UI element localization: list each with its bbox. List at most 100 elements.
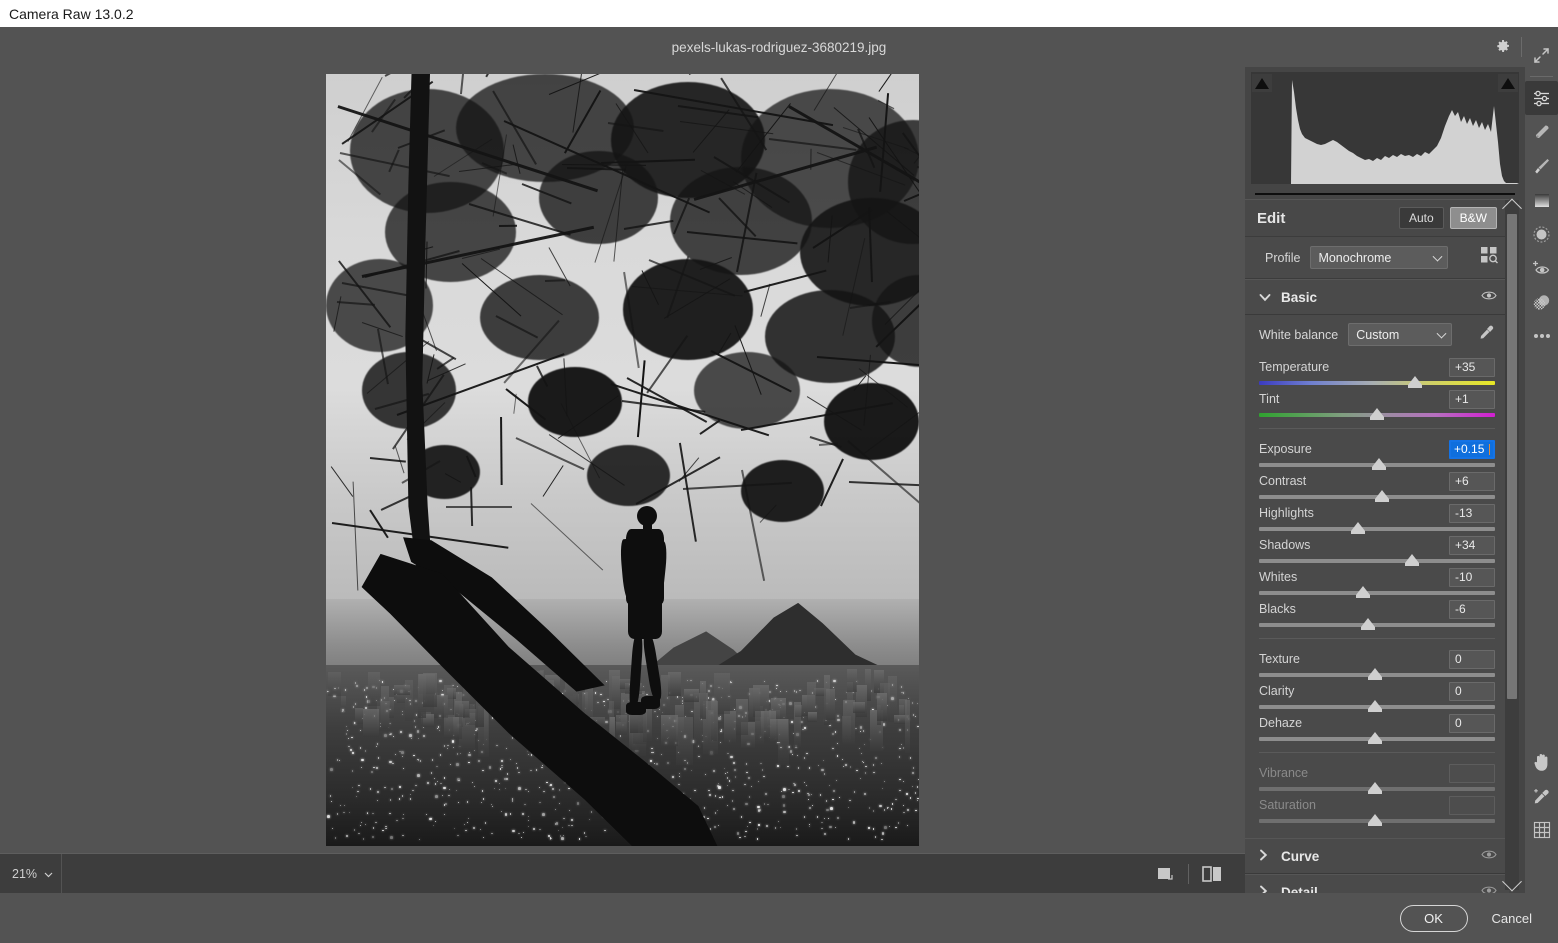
profile-dropdown[interactable]: Monochrome [1310,246,1448,269]
slider-value-field[interactable]: 0 [1449,682,1495,701]
basic-visibility-toggle[interactable] [1481,288,1497,306]
slider-track[interactable] [1259,559,1495,563]
slider-value-field[interactable]: -13 [1449,504,1495,523]
slider-knob[interactable] [1405,554,1419,563]
slider-value-field[interactable]: +6 [1449,472,1495,491]
slider-track[interactable] [1259,787,1495,791]
slider-knob[interactable] [1408,376,1422,385]
slider-saturation[interactable]: Saturation [1259,794,1495,823]
before-after-compare-button[interactable] [1193,854,1231,894]
section-header-curve[interactable]: Curve [1245,838,1509,874]
slider-value-field[interactable]: +35 [1449,358,1495,377]
tool-hand[interactable] [1525,745,1558,779]
slider-track[interactable] [1259,463,1495,467]
slider-value-field[interactable]: +0.15 [1449,440,1495,459]
histogram-plot[interactable] [1251,72,1519,184]
slider-value-field[interactable]: +1 [1449,390,1495,409]
photo-preview[interactable] [326,74,919,846]
zoom-level-value: 21% [12,867,37,881]
slider-knob[interactable] [1368,814,1382,823]
slider-knob[interactable] [1361,618,1375,627]
tool-expand-panel[interactable] [1525,38,1558,72]
slider-blacks[interactable]: Blacks-6 [1259,598,1495,627]
histogram-panel[interactable] [1245,67,1525,199]
tool-white-balance[interactable] [1525,779,1558,813]
slider-dehaze[interactable]: Dehaze0 [1259,712,1495,741]
scrollbar-thumb[interactable] [1507,214,1517,699]
slider-vibrance[interactable]: Vibrance [1259,762,1495,791]
zoom-level-control[interactable]: 21% [0,854,62,894]
slider-track[interactable] [1259,673,1495,677]
slider-highlights[interactable]: Highlights-13 [1259,502,1495,531]
slider-track[interactable] [1259,527,1495,531]
slider-track[interactable] [1259,413,1495,417]
slider-value-field[interactable]: -6 [1449,600,1495,619]
highlight-clipping-indicator[interactable] [1498,74,1518,92]
slider-value-field[interactable]: 0 [1449,650,1495,669]
slider-track[interactable] [1259,381,1495,385]
shadow-clipping-indicator[interactable] [1252,74,1272,92]
slider-value-field[interactable]: 0 [1449,714,1495,733]
tool-spot-healing[interactable] [1525,115,1558,149]
ok-button[interactable]: OK [1400,905,1468,932]
slider-exposure[interactable]: Exposure+0.15 [1259,438,1495,467]
cancel-button[interactable]: Cancel [1492,911,1532,926]
slider-value-field[interactable]: +34 [1449,536,1495,555]
slider-divider [1259,638,1495,639]
slider-knob[interactable] [1368,782,1382,791]
section-visibility-toggle[interactable] [1481,847,1497,865]
slider-track[interactable] [1259,737,1495,741]
slider-track[interactable] [1259,495,1495,499]
slider-knob[interactable] [1370,408,1384,417]
slider-knob[interactable] [1375,490,1389,499]
tool-edit-sliders[interactable] [1525,81,1558,115]
toggle-fullscreen-preview-button[interactable] [1146,854,1184,894]
edit-panel-scrollbar[interactable] [1505,200,1519,890]
slider-knob[interactable] [1368,700,1382,709]
image-canvas-area[interactable] [0,67,1245,853]
slider-value-field[interactable]: -10 [1449,568,1495,587]
profile-browser-grid-icon [1480,246,1499,264]
slider-track[interactable] [1259,705,1495,709]
slider-clarity[interactable]: Clarity0 [1259,680,1495,709]
slider-knob[interactable] [1372,458,1386,467]
scroll-down-button[interactable] [1505,876,1519,890]
white-balance-dropdown[interactable]: Custom [1348,323,1452,346]
slider-tint[interactable]: Tint+1 [1259,388,1495,417]
slider-whites[interactable]: Whites-10 [1259,566,1495,595]
tool-graduated-filter[interactable] [1525,183,1558,217]
slider-shadows[interactable]: Shadows+34 [1259,534,1495,563]
bw-button[interactable]: B&W [1450,207,1497,229]
profile-row: Profile Monochrome [1245,237,1509,279]
slider-contrast[interactable]: Contrast+6 [1259,470,1495,499]
toggle-fullscreen-preview-icon [1155,865,1175,883]
slider-label: Vibrance [1259,766,1308,780]
slider-track[interactable] [1259,623,1495,627]
basic-title: Basic [1281,290,1317,305]
edit-header-buttons: Auto B&W [1399,207,1497,229]
section-header-basic[interactable]: Basic [1245,279,1509,315]
tool-crop-grid[interactable] [1525,813,1558,847]
slider-value-field[interactable] [1449,796,1495,815]
slider-texture[interactable]: Texture0 [1259,648,1495,677]
tool-red-eye-removal[interactable] [1525,251,1558,285]
slider-knob[interactable] [1351,522,1365,531]
white-balance-eyedropper-button[interactable] [1478,324,1495,346]
white-balance-sliders: Temperature+35 Tint+1 [1259,356,1495,417]
profile-browser-button[interactable] [1480,246,1499,269]
slider-temperature[interactable]: Temperature+35 [1259,356,1495,385]
auto-button[interactable]: Auto [1399,207,1444,229]
tool-adjustment-brush[interactable] [1525,149,1558,183]
dialog-action-bar: OK Cancel [0,893,1558,943]
settings-gear-button[interactable] [1485,27,1521,67]
slider-track[interactable] [1259,591,1495,595]
slider-knob[interactable] [1356,586,1370,595]
tool-radial-filter[interactable] [1525,217,1558,251]
slider-value-field[interactable] [1449,764,1495,783]
slider-knob[interactable] [1368,668,1382,677]
slider-track[interactable] [1259,819,1495,823]
tool-more-options[interactable] [1525,319,1558,353]
slider-knob[interactable] [1368,732,1382,741]
tool-color-mixer[interactable] [1525,285,1558,319]
scroll-up-button[interactable] [1505,200,1519,214]
